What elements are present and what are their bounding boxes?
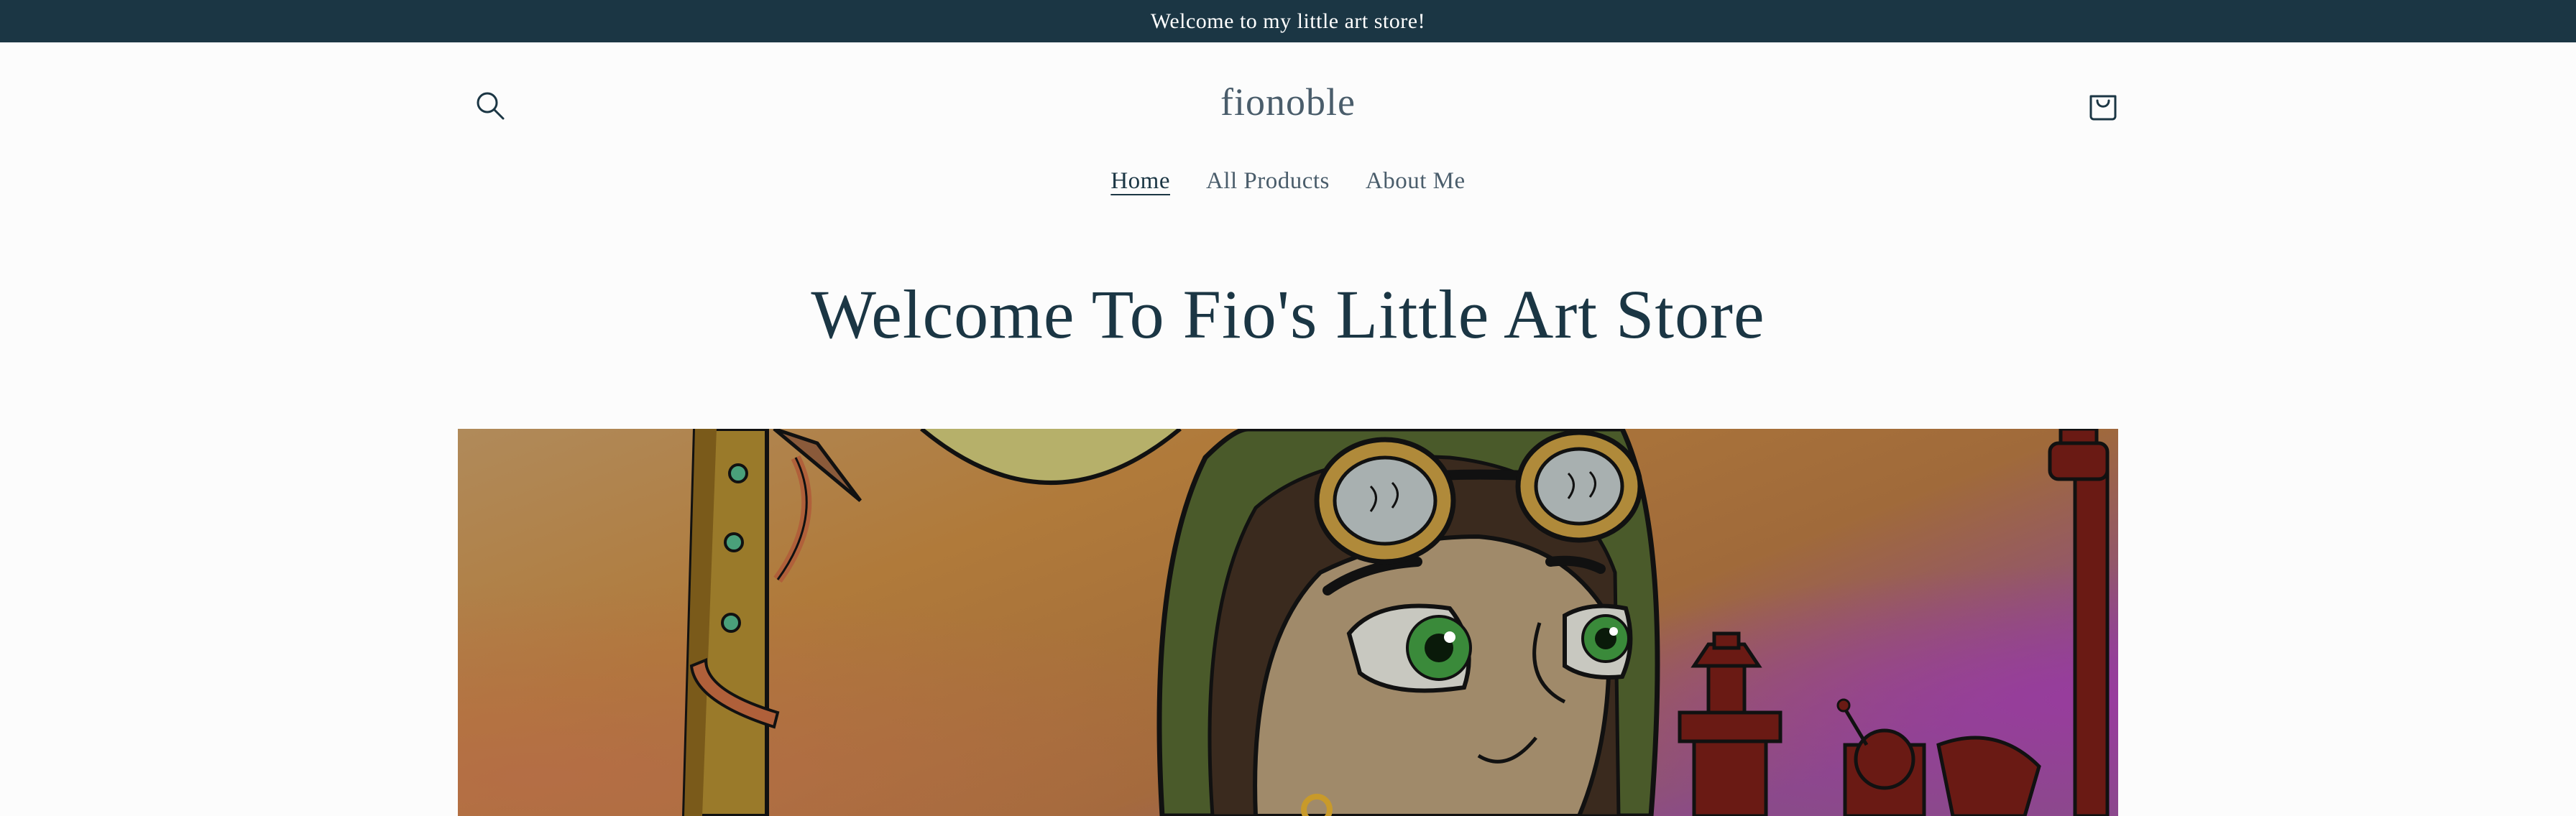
nav-item-home[interactable]: Home: [1110, 168, 1170, 195]
site-logo[interactable]: fionoble: [0, 80, 2576, 124]
site-header: fionoble Home All Products About Me Welc…: [0, 42, 2576, 430]
nav-item-all-products[interactable]: All Products: [1206, 168, 1330, 195]
page-heading: Welcome To Fio's Little Art Store: [811, 276, 1765, 353]
announcement-bar: Welcome to my little art store!: [0, 0, 2576, 42]
cart-button[interactable]: [2082, 84, 2125, 127]
nav-item-about-me[interactable]: About Me: [1366, 168, 1466, 195]
announcement-text: Welcome to my little art store!: [1150, 9, 1426, 33]
cart-icon: [2089, 95, 2117, 121]
main-navigation: Home All Products About Me: [0, 168, 2576, 195]
hero-illustration: [458, 429, 2118, 816]
hero-artwork-image: [458, 429, 2118, 816]
